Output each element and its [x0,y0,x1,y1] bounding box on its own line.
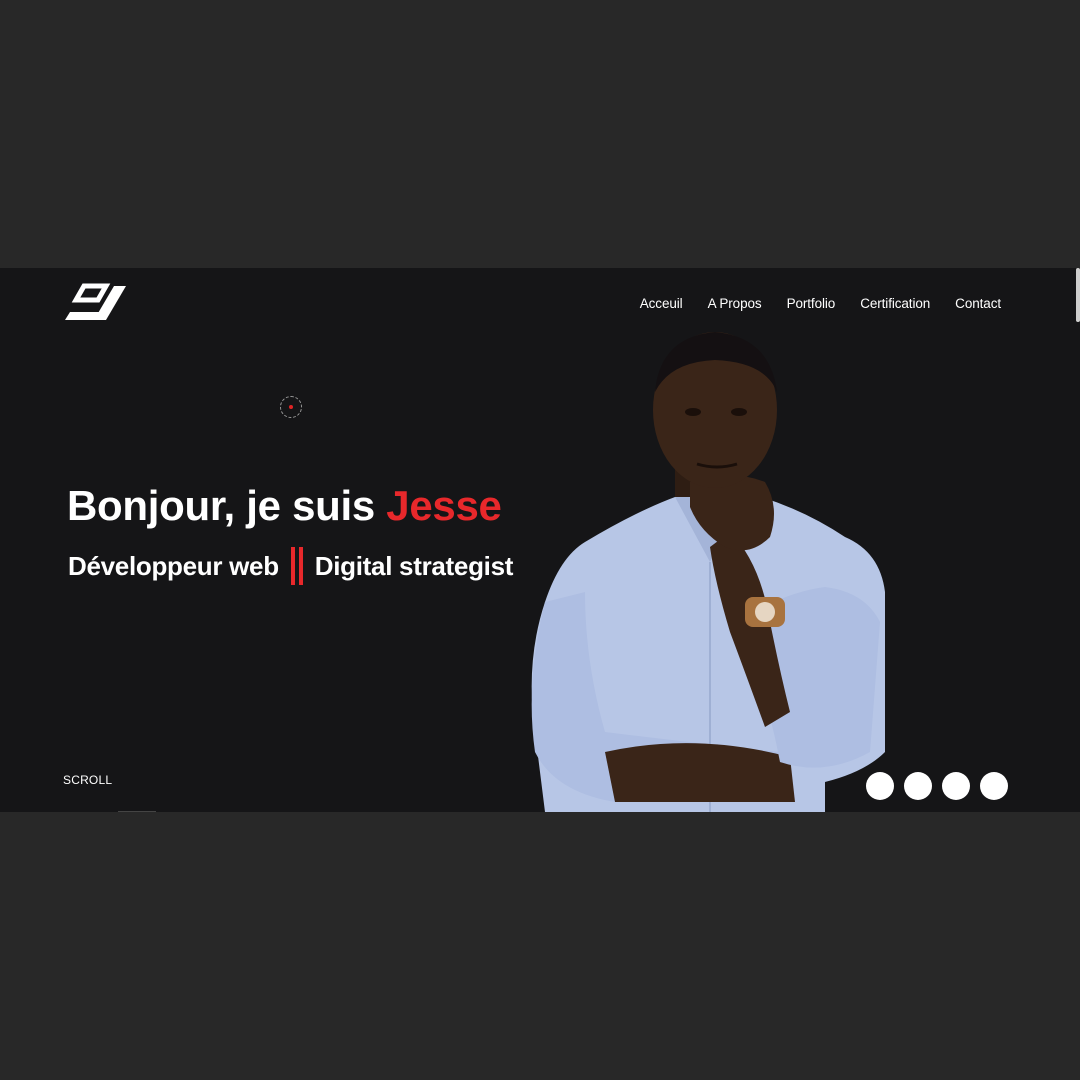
slider-dot-4[interactable] [980,772,1008,800]
scrollbar[interactable] [1076,268,1080,812]
slider-dot-1[interactable] [866,772,894,800]
scroll-indicator[interactable]: SCROLL [63,773,112,787]
portrait-image [531,332,885,812]
main-nav: Acceuil A Propos Portfolio Certification… [640,296,1001,311]
nav-item-certification[interactable]: Certification [860,296,930,311]
monogram-logo-icon[interactable] [62,282,130,326]
role-digital-strategist: Digital strategist [314,550,514,581]
nav-item-portfolio[interactable]: Portfolio [787,296,836,311]
slider-dot-2[interactable] [904,772,932,800]
scrollbar-thumb[interactable] [1076,268,1080,322]
hero-section: Acceuil A Propos Portfolio Certification… [0,268,1080,812]
role-divider-icon [290,547,304,585]
nav-item-acceuil[interactable]: Acceuil [640,296,683,311]
hero-greeting: Bonjour, je suis [67,482,387,529]
hero-headline: Bonjour, je suis Jesse [67,482,502,530]
role-web-developer: Développeur web [68,550,279,581]
nav-item-a-propos[interactable]: A Propos [708,296,762,311]
hero-name: Jesse [386,482,502,529]
slider-dots [866,772,1008,800]
hero-roles: Développeur web Digital strategist [68,547,513,585]
slider-dot-3[interactable] [942,772,970,800]
cursor-dot [289,405,293,409]
nav-item-contact[interactable]: Contact [955,296,1001,311]
scroll-line [118,811,156,812]
